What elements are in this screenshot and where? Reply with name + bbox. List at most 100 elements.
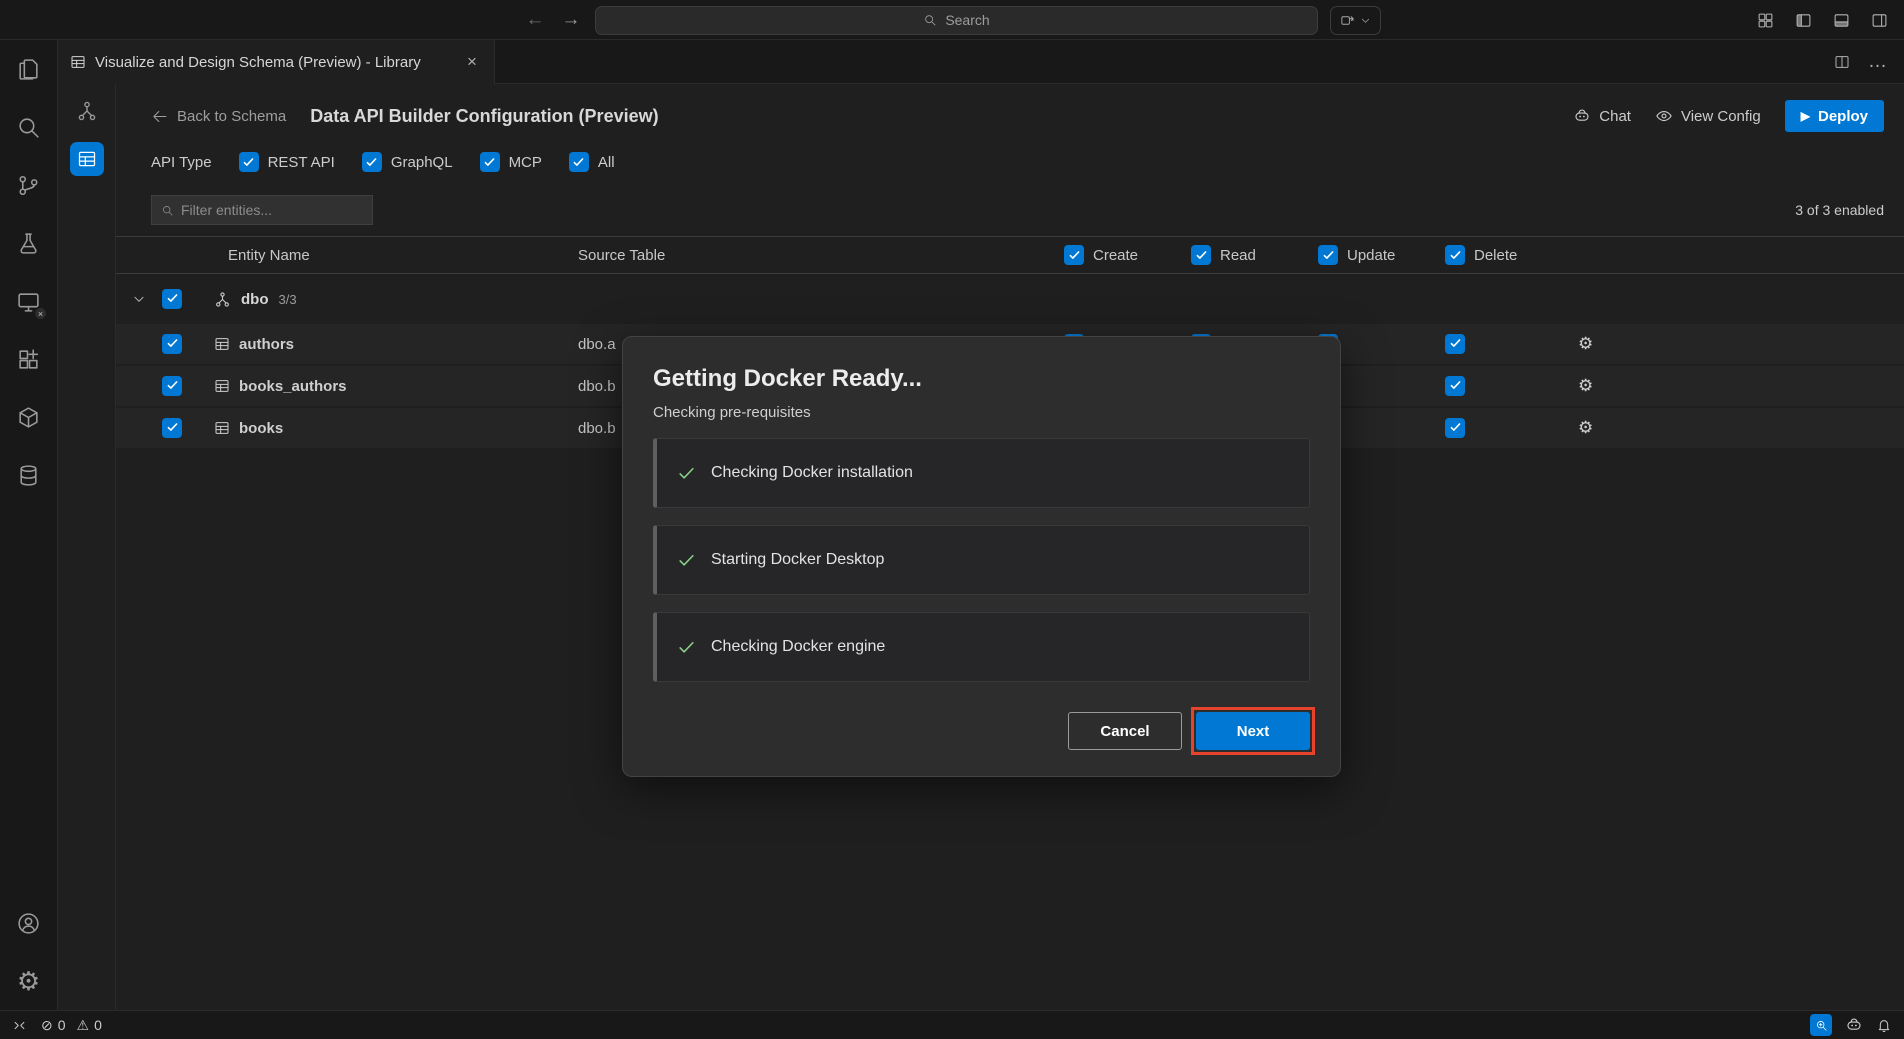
title-bar: ← → Search: [0, 0, 1904, 40]
tab-schema-designer[interactable]: Visualize and Design Schema (Preview) - …: [58, 40, 495, 84]
schema-visualize-icon[interactable]: [70, 94, 104, 128]
checkbox-update-all[interactable]: [1318, 245, 1338, 265]
nav-forward-icon[interactable]: →: [559, 9, 583, 31]
checkbox-delete[interactable]: [1445, 376, 1465, 396]
toggle-sidebar-right-icon[interactable]: [1871, 12, 1888, 29]
step-label: Checking Docker engine: [711, 638, 885, 656]
step-docker-engine: Checking Docker engine: [653, 612, 1310, 682]
filter-text-field[interactable]: [181, 202, 363, 218]
remote-indicator[interactable]: [12, 1018, 27, 1033]
filter-row: 3 of 3 enabled: [116, 184, 1904, 236]
settings-gear-icon[interactable]: ⚙: [0, 952, 57, 1010]
back-to-schema-link[interactable]: Back to Schema: [151, 108, 286, 125]
deploy-label: Deploy: [1818, 108, 1868, 125]
entity-name: books_authors: [239, 378, 347, 395]
checkbox-delete-all[interactable]: [1445, 245, 1465, 265]
chevron-down-icon: [132, 292, 146, 306]
dialog-title: Getting Docker Ready...: [653, 365, 1310, 393]
customize-layout-icon[interactable]: [1757, 12, 1774, 29]
option-graphql[interactable]: GraphQL: [362, 152, 453, 172]
error-count: 0: [58, 1017, 66, 1033]
warning-icon: ⚠: [77, 1017, 90, 1034]
cancel-button[interactable]: Cancel: [1068, 712, 1182, 750]
checkbox-graphql[interactable]: [362, 152, 382, 172]
tab-bar-actions: …: [495, 40, 1904, 84]
database-icon[interactable]: [0, 446, 57, 504]
step-docker-installation: Checking Docker installation: [653, 438, 1310, 508]
docker-ready-dialog: Getting Docker Ready... Checking pre-req…: [622, 336, 1341, 777]
split-editor-icon[interactable]: [1834, 54, 1850, 70]
toggle-sidebar-left-icon[interactable]: [1795, 12, 1812, 29]
zoom-indicator[interactable]: [1810, 1014, 1832, 1036]
search-input[interactable]: Search: [595, 6, 1318, 35]
view-config-button[interactable]: View Config: [1655, 107, 1761, 125]
problems-indicator[interactable]: ⊘ 0 ⚠ 0: [41, 1017, 102, 1034]
row-settings-gear-icon[interactable]: ⚙: [1578, 418, 1593, 437]
test-explorer-icon[interactable]: [0, 214, 57, 272]
option-rest-api[interactable]: REST API: [239, 152, 335, 172]
step-docker-desktop: Starting Docker Desktop: [653, 525, 1310, 595]
copilot-status-icon[interactable]: [1845, 1016, 1863, 1034]
checkbox-row[interactable]: [162, 376, 182, 396]
deploy-button[interactable]: ▶ Deploy: [1785, 100, 1884, 132]
search-icon: [923, 13, 937, 27]
col-read: Read: [1191, 245, 1318, 265]
group-expand[interactable]: [116, 292, 162, 306]
next-button[interactable]: Next: [1196, 712, 1310, 750]
group-count: 3/3: [279, 292, 297, 307]
filter-search-icon: [161, 204, 174, 217]
step-label: Starting Docker Desktop: [711, 551, 884, 569]
checkbox-row[interactable]: [162, 334, 182, 354]
notifications-bell-icon[interactable]: [1876, 1017, 1892, 1033]
remote-explorer-icon[interactable]: ×: [0, 272, 57, 330]
tab-schema-icon: [70, 54, 86, 70]
api-builder-config-icon[interactable]: [70, 142, 104, 176]
checkbox-create-all[interactable]: [1064, 245, 1084, 265]
containers-icon[interactable]: [0, 388, 57, 446]
dialog-subtitle: Checking pre-requisites: [653, 404, 1310, 421]
checkbox-delete[interactable]: [1445, 418, 1465, 438]
table-icon: [214, 420, 230, 436]
copilot-icon: [1573, 107, 1591, 125]
table-header: Entity Name Source Table Create Read: [116, 236, 1904, 274]
chat-button[interactable]: Chat: [1573, 107, 1631, 125]
session-button[interactable]: [1330, 6, 1381, 35]
option-all[interactable]: All: [569, 152, 615, 172]
checkbox-rest-api[interactable]: [239, 152, 259, 172]
zoom-icon: [1815, 1019, 1828, 1032]
layout-controls: [1757, 0, 1888, 40]
filter-entities-input[interactable]: [151, 195, 373, 225]
col-update: Update: [1318, 245, 1445, 265]
group-row-dbo[interactable]: dbo 3/3: [116, 274, 1904, 324]
nav-back-icon[interactable]: ←: [523, 9, 547, 31]
checkbox-mcp[interactable]: [480, 152, 500, 172]
enabled-count: 3 of 3 enabled: [1795, 202, 1884, 218]
toggle-panel-bottom-icon[interactable]: [1833, 12, 1850, 29]
check-icon: [677, 464, 696, 483]
row-settings-gear-icon[interactable]: ⚙: [1578, 334, 1593, 353]
accounts-icon[interactable]: [0, 894, 57, 952]
activity-bar-spacer: [0, 504, 57, 894]
checkbox-read-all[interactable]: [1191, 245, 1211, 265]
more-actions-icon[interactable]: …: [1868, 51, 1888, 73]
checkbox-group-dbo[interactable]: [162, 289, 182, 309]
remote-badge: ×: [34, 307, 47, 320]
search-view-icon[interactable]: [0, 98, 57, 156]
play-icon: ▶: [1801, 109, 1810, 123]
checkbox-all[interactable]: [569, 152, 589, 172]
schema-icon: [214, 291, 231, 308]
row-settings-gear-icon[interactable]: ⚙: [1578, 376, 1593, 395]
col-delete: Delete: [1445, 245, 1572, 265]
checkbox-row[interactable]: [162, 418, 182, 438]
group-name: dbo: [241, 291, 269, 308]
extensions-icon[interactable]: [0, 330, 57, 388]
tab-close-icon[interactable]: ×: [462, 52, 482, 72]
view-config-label: View Config: [1681, 108, 1761, 125]
option-mcp[interactable]: MCP: [480, 152, 542, 172]
explorer-icon[interactable]: [0, 40, 57, 98]
warning-count: 0: [94, 1017, 102, 1033]
source-control-icon[interactable]: [0, 156, 57, 214]
back-label: Back to Schema: [177, 108, 286, 125]
checkbox-delete[interactable]: [1445, 334, 1465, 354]
session-icon: [1340, 13, 1355, 28]
